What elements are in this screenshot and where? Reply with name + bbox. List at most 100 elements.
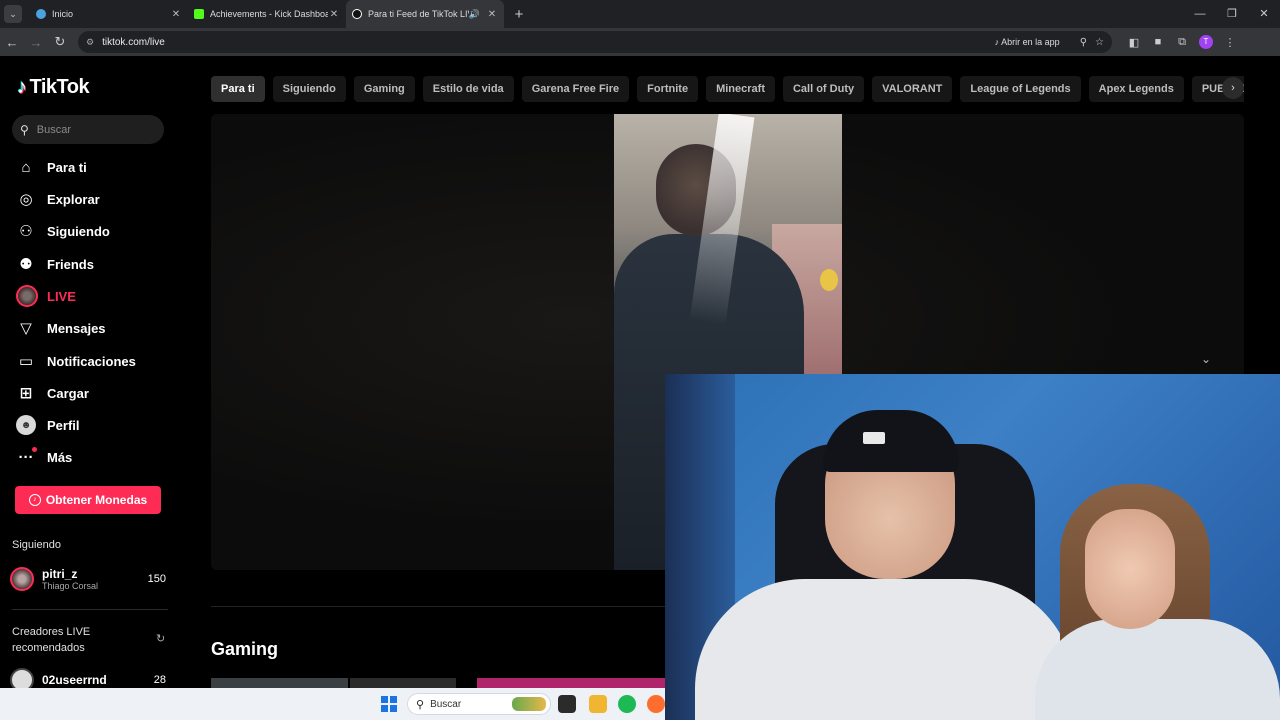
close-window-icon[interactable]: ✕ xyxy=(1248,0,1280,28)
chip-league-of-legends[interactable]: League of Legends xyxy=(960,76,1081,102)
sidebar-item-para-ti[interactable]: ⌂ Para ti xyxy=(16,155,86,179)
sidebar-item-perfil[interactable]: ☻ Perfil xyxy=(16,413,80,437)
live-thumbnail[interactable] xyxy=(477,678,665,688)
profile-avatar[interactable]: T xyxy=(1199,35,1213,49)
creator-names: pitri_z Thiago Corsal xyxy=(42,567,148,591)
tab-inicio[interactable]: Inicio ✕ xyxy=(30,0,188,28)
following-icon: ⚇ xyxy=(19,223,33,240)
spotify-icon[interactable] xyxy=(618,695,636,713)
tiktok-logo[interactable]: ♪ TikTok xyxy=(17,76,90,99)
windows-start-icon[interactable] xyxy=(381,696,397,712)
new-tab-button[interactable]: + xyxy=(508,6,530,23)
sidebar-item-label: Mensajes xyxy=(47,320,106,336)
sidebar-item-mas[interactable]: ··· Más xyxy=(16,445,72,469)
forward-icon[interactable]: → xyxy=(24,35,48,50)
taskbar-search[interactable]: ⚲ Buscar xyxy=(407,693,551,715)
tiktok-favicon-icon xyxy=(352,9,362,19)
upload-icon: ⊞ xyxy=(19,385,33,402)
sidebar-item-live[interactable]: LIVE xyxy=(16,284,76,308)
chip-call-of-duty[interactable]: Call of Duty xyxy=(782,76,865,102)
sidebar-item-siguiendo[interactable]: ⚇ Siguiendo xyxy=(16,219,110,243)
recommended-section-label: Creadores LIVE recomendados xyxy=(12,626,91,654)
kick-favicon-icon xyxy=(194,9,204,19)
chip-apex-legends[interactable]: Apex Legends xyxy=(1088,76,1184,102)
recommended-creator-row[interactable]: 02useerrnd 28 xyxy=(10,665,166,688)
viewer-count: 150 xyxy=(147,573,166,585)
open-in-app-label: Abrir en la app xyxy=(1001,37,1060,47)
search-input[interactable]: ⚲ Buscar xyxy=(12,115,164,144)
tiktok-note-icon: ♪ xyxy=(17,76,27,98)
chip-para-ti[interactable]: Para ti xyxy=(211,76,265,102)
puzzle-icon[interactable]: ⧉ xyxy=(1170,36,1194,49)
terminal-icon[interactable] xyxy=(558,695,576,713)
speaker-icon[interactable]: 🔊 xyxy=(469,9,480,20)
tab-close-icon[interactable]: ✕ xyxy=(486,9,498,20)
live-thumbnail[interactable] xyxy=(211,678,348,688)
chip-valorant[interactable]: VALORANT xyxy=(872,76,953,102)
sidebar-item-label: Más xyxy=(47,449,73,465)
chip-minecraft[interactable]: Minecraft xyxy=(706,76,775,102)
reload-icon[interactable]: ↻ xyxy=(48,34,72,50)
creator-avatar xyxy=(10,668,34,688)
extensions-area: ◧ ■ ⧉ T ⋮ xyxy=(1122,35,1242,49)
bookmark-star-icon[interactable]: ☆ xyxy=(1095,37,1104,48)
chip-siguiendo[interactable]: Siguiendo xyxy=(272,76,346,102)
extension-icon[interactable]: ■ xyxy=(1146,36,1170,48)
chip-garena-free-fire[interactable]: Garena Free Fire xyxy=(521,76,630,102)
window-controls: — ❐ ✕ xyxy=(1184,0,1280,28)
cap-logo xyxy=(863,432,885,444)
coin-icon: ♪ xyxy=(28,494,41,506)
firefox-icon[interactable] xyxy=(647,695,665,713)
creator-username: 02useerrnd xyxy=(42,673,107,687)
taskbar-search-placeholder: Buscar xyxy=(430,698,462,710)
sidebar-item-label: Notificaciones xyxy=(47,353,136,369)
tab-close-icon[interactable]: ✕ xyxy=(170,9,182,20)
live-thumbnail[interactable] xyxy=(350,678,456,688)
tab-title: Para ti Feed de TikTok LIVE xyxy=(368,9,469,19)
restore-icon[interactable]: ❐ xyxy=(1216,0,1248,28)
file-explorer-icon[interactable] xyxy=(589,695,607,713)
sidebar-item-notificaciones[interactable]: ▭ Notificaciones xyxy=(16,349,136,373)
edge-favicon-icon xyxy=(36,9,46,19)
url-text: tiktok.com/live xyxy=(102,36,165,48)
refresh-icon[interactable]: ↻ xyxy=(156,632,165,645)
zoom-icon[interactable]: ⚲ xyxy=(1080,37,1087,48)
notification-dot xyxy=(32,447,37,452)
minimize-icon[interactable]: — xyxy=(1184,0,1216,28)
friends-icon: ⚉ xyxy=(19,256,33,273)
creator-names: 02useerrnd xyxy=(42,673,154,687)
extension-icon[interactable]: ◧ xyxy=(1122,36,1146,49)
chip-estilo-de-vida[interactable]: Estilo de vida xyxy=(422,76,514,102)
sidebar-item-label: Explorar xyxy=(47,191,100,207)
person-face xyxy=(1085,509,1175,629)
home-icon: ⌂ xyxy=(21,158,31,176)
chevron-down-icon[interactable]: ⌄ xyxy=(1201,352,1211,366)
sidebar-item-label: Perfil xyxy=(47,417,80,433)
sidebar-item-cargar[interactable]: ⊞ Cargar xyxy=(16,381,89,405)
address-bar[interactable]: ⚙ tiktok.com/live ♪ Abrir en la app ⚲ ☆ xyxy=(78,31,1112,53)
sidebar-item-explorar[interactable]: ◎ Explorar xyxy=(16,187,100,211)
back-icon[interactable]: ← xyxy=(0,35,24,50)
sidebar-item-label: Friends xyxy=(47,256,94,272)
inbox-icon: ▭ xyxy=(18,353,34,370)
chevron-right-icon[interactable]: › xyxy=(1222,77,1244,99)
tab-tiktok-live[interactable]: Para ti Feed de TikTok LIVE 🔊 ✕ xyxy=(346,0,504,28)
sidebar-item-mensajes[interactable]: ▽ Mensajes xyxy=(16,316,106,340)
search-highlight-icon xyxy=(512,697,546,711)
tab-kick-dashboard[interactable]: Achievements - Kick Dashboard ✕ xyxy=(188,0,346,28)
viewer-count: 28 xyxy=(153,674,166,686)
sidebar-item-friends[interactable]: ⚉ Friends xyxy=(16,252,94,276)
chip-fortnite[interactable]: Fortnite xyxy=(637,76,699,102)
search-icon: ⚲ xyxy=(20,122,29,137)
chip-gaming[interactable]: Gaming xyxy=(353,76,415,102)
tab-close-icon[interactable]: ✕ xyxy=(328,9,340,20)
menu-dots-icon[interactable]: ⋮ xyxy=(1218,36,1242,49)
logo-text: TikTok xyxy=(29,76,90,98)
get-coins-button[interactable]: ♪ Obtener Monedas xyxy=(15,486,161,514)
site-info-icon[interactable]: ⚙ xyxy=(86,37,94,48)
tab-search-button[interactable]: ⌄ xyxy=(4,5,22,23)
sidebar-item-label: LIVE xyxy=(47,288,76,304)
open-in-app-button[interactable]: ♪ Abrir en la app xyxy=(995,37,1060,47)
following-creator-row[interactable]: pitri_z Thiago Corsal 150 xyxy=(10,564,166,594)
get-coins-label: Obtener Monedas xyxy=(45,493,148,507)
